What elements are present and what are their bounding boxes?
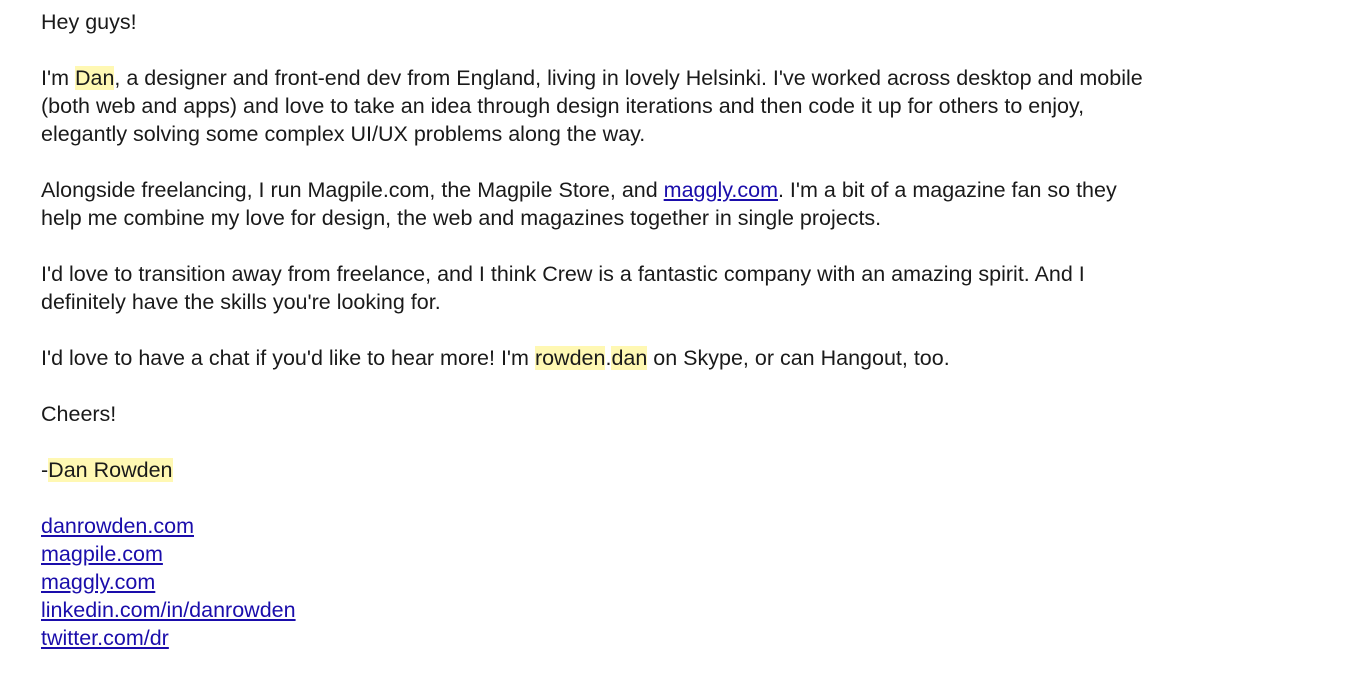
link-twitter[interactable]: twitter.com/dr [41,624,1331,652]
signature-last-name: Rowden [93,458,173,482]
transition-paragraph: I'd love to transition away from freelan… [41,260,1331,316]
link-magpile[interactable]: magpile.com [41,540,1331,568]
highlighted-name: Dan [74,66,115,90]
greeting: Hey guys! [41,8,1331,36]
contact-text: I'd love to have a chat if you'd like to… [41,346,535,370]
signoff-text: Cheers! [41,402,117,426]
contact-text: on Skype, or can Hangout, too. [647,346,950,370]
highlighted-skype-name: dan [611,346,648,370]
signature: -Dan Rowden [41,456,1331,484]
intro-text: (both web and apps) and love to take an … [41,94,1085,118]
highlighted-skype-name: rowden [534,346,606,370]
transition-text: definitely have the skills you're lookin… [41,290,441,314]
greeting-text: Hey guys! [41,10,137,34]
intro-text: elegantly solving some complex UI/UX pro… [41,122,646,146]
email-body: Hey guys! I'm Dan, a designer and front-… [41,8,1331,652]
transition-text: I'd love to transition away from freelan… [41,262,1085,286]
freelance-text: . I'm a bit of a magazine fan so they [777,178,1117,202]
freelance-text: Alongside freelancing, I run Magpile.com… [41,178,664,202]
link-linkedin[interactable]: linkedin.com/in/danrowden [41,596,1331,624]
signature-space [87,458,94,482]
intro-text: , a designer and front-end dev from Engl… [114,66,1143,90]
intro-text: I'm [41,66,75,90]
freelance-paragraph: Alongside freelancing, I run Magpile.com… [41,176,1331,232]
freelance-text: help me combine my love for design, the … [41,206,882,230]
signoff: Cheers! [41,400,1331,428]
signature-links: danrowden.com magpile.com maggly.com lin… [41,512,1331,652]
maggly-inline-link[interactable]: maggly.com [664,178,778,202]
link-danrowden[interactable]: danrowden.com [41,512,1331,540]
intro-paragraph: I'm Dan, a designer and front-end dev fr… [41,64,1331,148]
signature-first-name: Dan [48,458,88,482]
link-maggly[interactable]: maggly.com [41,568,1331,596]
contact-paragraph: I'd love to have a chat if you'd like to… [41,344,1331,372]
